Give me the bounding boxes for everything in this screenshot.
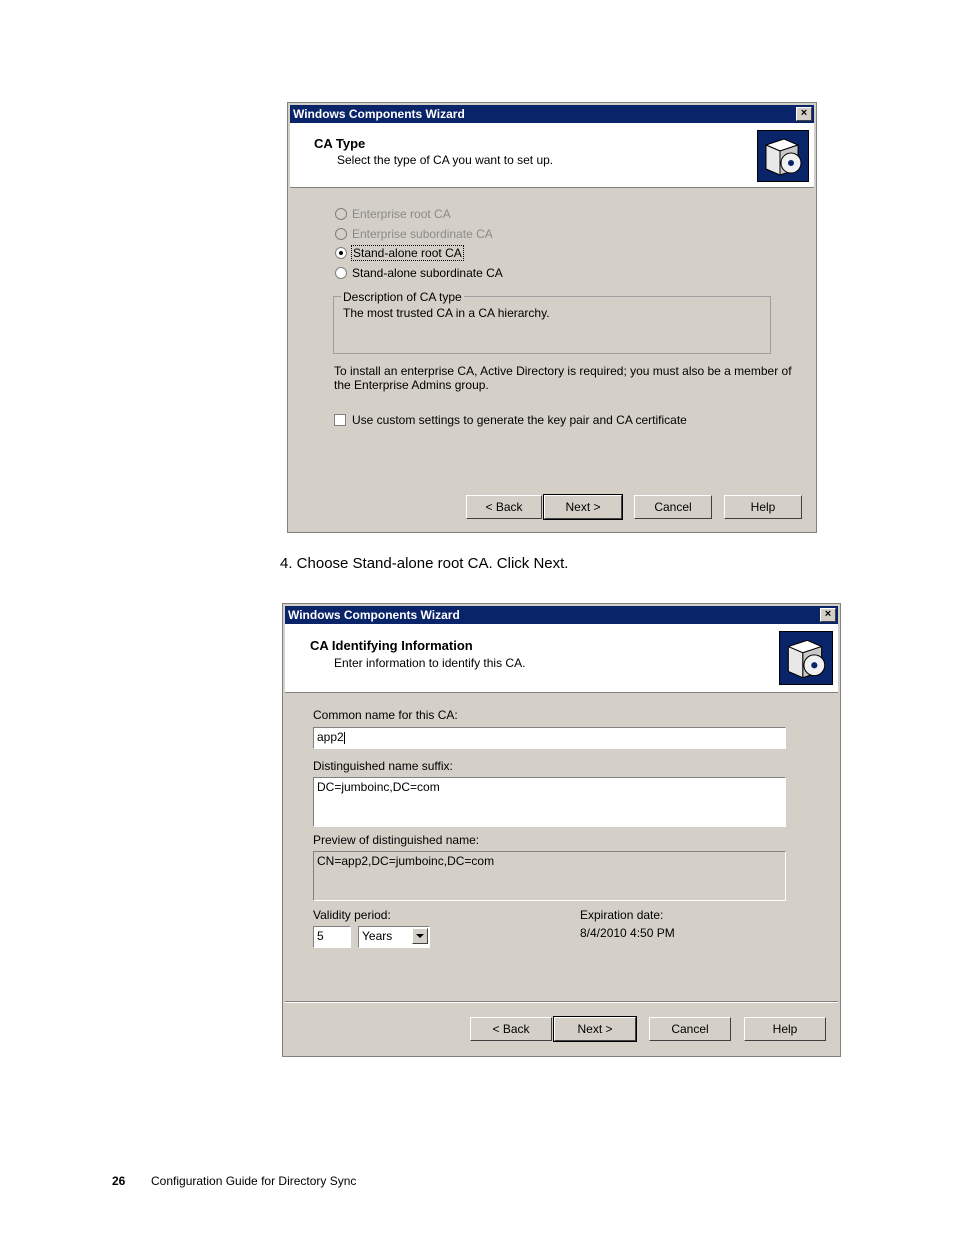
- help-button[interactable]: Help: [744, 1017, 826, 1041]
- expiration-date-label: Expiration date:: [580, 908, 664, 922]
- dialog-title: Windows Components Wizard: [288, 608, 460, 622]
- header-title: CA Type: [314, 136, 366, 151]
- validity-period-label: Validity period:: [313, 908, 391, 922]
- dn-preview-field: CN=app2,DC=jumboinc,DC=com: [313, 851, 786, 901]
- enterprise-info-line-1: To install an enterprise CA, Active Dire…: [334, 364, 792, 378]
- ca-type-description-group: [333, 296, 771, 354]
- enterprise-subordinate-ca-radio[interactable]: [335, 228, 347, 240]
- ca-identifying-info-dialog: Windows Components Wizard × CA Identifyi…: [282, 603, 841, 1057]
- cancel-button[interactable]: Cancel: [634, 495, 712, 519]
- next-button[interactable]: Next >: [543, 494, 623, 520]
- ca-type-dialog: Windows Components Wizard × CA Type Sele…: [287, 102, 817, 533]
- validity-unit-select[interactable]: Years: [358, 926, 430, 948]
- header-title: CA Identifying Information: [310, 638, 473, 653]
- validity-period-input[interactable]: 5: [313, 926, 351, 948]
- text-caret: [343, 731, 345, 744]
- dialog-title-bar: Windows Components Wizard ×: [290, 105, 814, 123]
- dialog-title: Windows Components Wizard: [293, 107, 465, 121]
- common-name-input[interactable]: app2: [313, 727, 786, 749]
- back-button[interactable]: < Back: [466, 495, 542, 519]
- back-button[interactable]: < Back: [470, 1017, 552, 1041]
- expiration-date-value: 8/4/2010 4:50 PM: [580, 926, 675, 940]
- cancel-button[interactable]: Cancel: [649, 1017, 731, 1041]
- close-icon[interactable]: ×: [796, 107, 812, 121]
- wizard-header: CA Identifying Information Enter informa…: [285, 624, 838, 693]
- help-button[interactable]: Help: [724, 495, 802, 519]
- enterprise-root-ca-label: Enterprise root CA: [352, 207, 451, 221]
- validity-unit-value: Years: [362, 929, 393, 943]
- stand-alone-subordinate-ca-radio[interactable]: [335, 267, 347, 279]
- stand-alone-root-ca-label: Stand-alone root CA: [351, 245, 464, 261]
- enterprise-info-line-2: the Enterprise Admins group.: [334, 378, 489, 392]
- dialog-title-bar: Windows Components Wizard ×: [285, 606, 838, 624]
- header-subtitle: Enter information to identify this CA.: [334, 656, 526, 670]
- custom-settings-checkbox[interactable]: [334, 414, 346, 426]
- common-name-label: Common name for this CA:: [313, 708, 458, 722]
- dn-preview-label: Preview of distinguished name:: [313, 833, 480, 847]
- description-legend: Description of CA type: [341, 290, 464, 304]
- document-title: Configuration Guide for Directory Sync: [151, 1174, 357, 1188]
- custom-settings-label: Use custom settings to generate the key …: [352, 413, 687, 427]
- dn-suffix-label: Distinguished name suffix:: [313, 759, 453, 773]
- chevron-down-icon[interactable]: [412, 928, 428, 944]
- step-caption: 4. Choose Stand-alone root CA. Click Nex…: [280, 555, 569, 572]
- radio-selected-dot: [339, 251, 343, 255]
- wizard-header: CA Type Select the type of CA you want t…: [290, 123, 814, 188]
- next-button[interactable]: Next >: [553, 1016, 637, 1042]
- header-subtitle: Select the type of CA you want to set up…: [337, 153, 554, 167]
- stand-alone-root-ca-radio[interactable]: [335, 247, 347, 259]
- description-text: The most trusted CA in a CA hierarchy.: [343, 306, 550, 320]
- button-separator: [285, 1001, 838, 1003]
- stand-alone-subordinate-ca-label: Stand-alone subordinate CA: [352, 266, 503, 280]
- enterprise-subordinate-ca-label: Enterprise subordinate CA: [352, 227, 493, 241]
- close-icon[interactable]: ×: [820, 608, 836, 622]
- common-name-value: app2: [317, 730, 344, 744]
- page-number: 26: [112, 1174, 126, 1188]
- wizard-setup-icon: [757, 130, 809, 182]
- wizard-setup-icon: [779, 631, 833, 685]
- enterprise-root-ca-radio[interactable]: [335, 208, 347, 220]
- dn-suffix-input[interactable]: DC=jumboinc,DC=com: [313, 777, 786, 827]
